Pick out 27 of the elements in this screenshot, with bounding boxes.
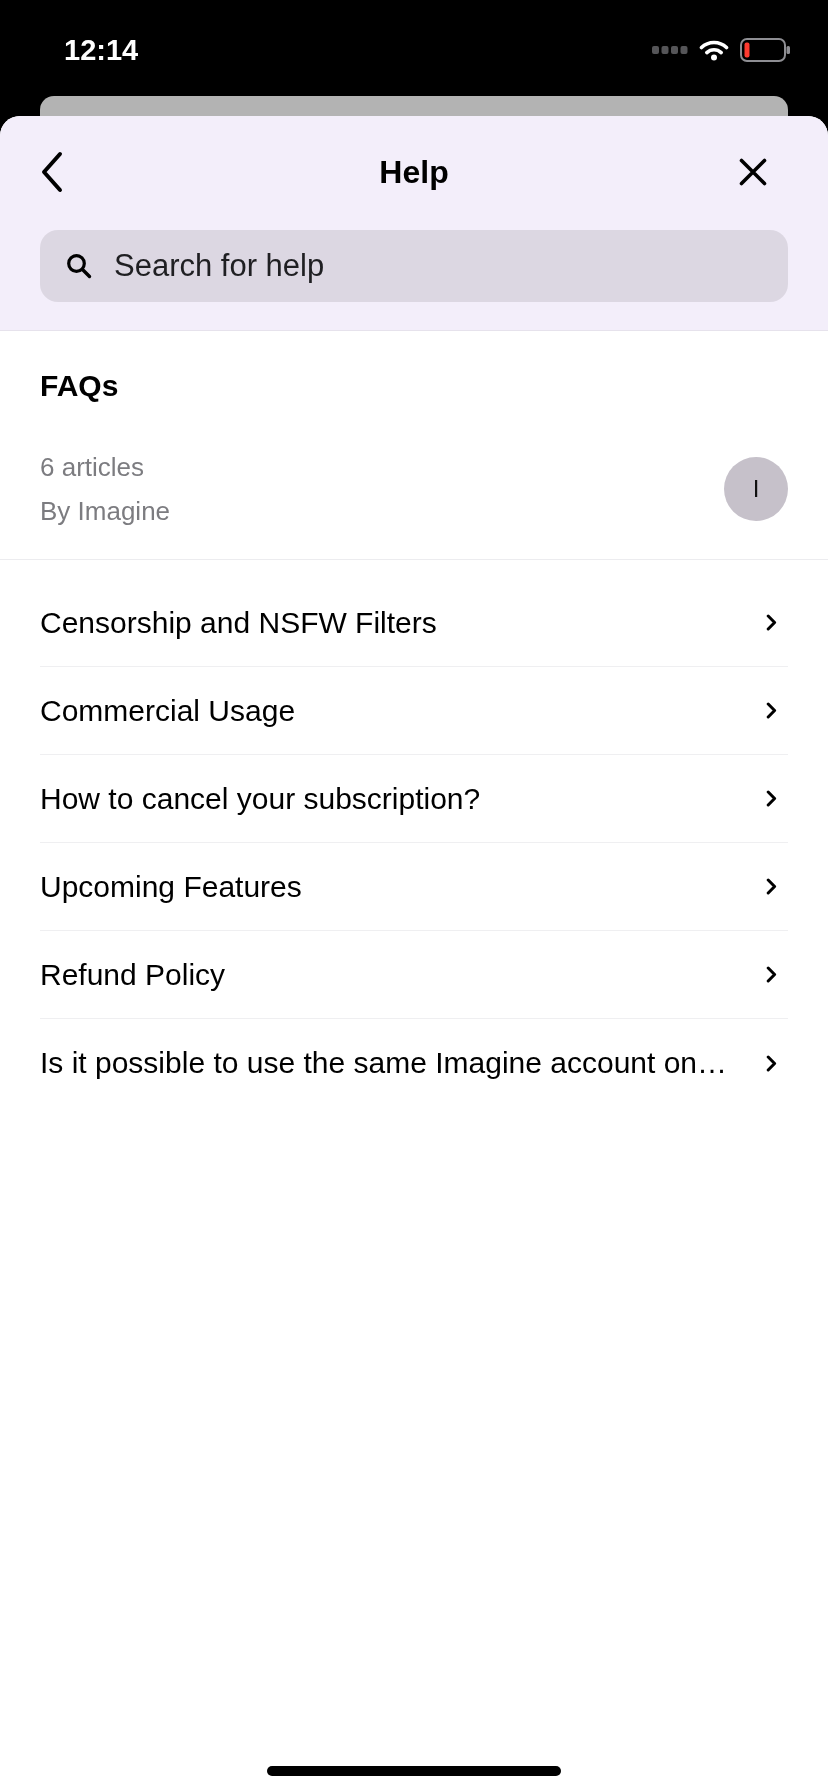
search-icon xyxy=(66,253,92,279)
chevron-right-icon xyxy=(766,702,777,719)
chevron-right-icon xyxy=(766,790,777,807)
chevron-right-icon xyxy=(766,1054,777,1072)
article-link[interactable]: Refund Policy xyxy=(40,931,788,1019)
close-button[interactable] xyxy=(739,158,767,186)
page-title: Help xyxy=(379,153,449,192)
article-count: 6 articles xyxy=(40,451,145,484)
article-link[interactable]: Commercial Usage xyxy=(40,667,788,755)
close-icon xyxy=(739,158,767,186)
section-title: FAQs xyxy=(40,368,119,404)
author-name: By Imagine xyxy=(40,495,171,528)
article-link[interactable]: Censorship and NSFW Filters xyxy=(40,579,788,667)
chevron-right-icon xyxy=(766,614,777,631)
author-avatar: I xyxy=(724,457,788,521)
back-button[interactable] xyxy=(40,151,64,193)
chevron-right-icon xyxy=(766,966,777,983)
back-chevron-icon xyxy=(40,151,64,193)
article-link[interactable]: Upcoming Features xyxy=(40,843,788,931)
signal-icon xyxy=(652,46,688,54)
article-link[interactable]: Is it possible to use the same Imagine account on… xyxy=(40,1019,788,1107)
battery-icon xyxy=(740,38,790,62)
search-field[interactable]: Search for help xyxy=(40,230,788,302)
chevron-right-icon xyxy=(766,878,777,895)
article-link[interactable]: How to cancel your subscription? xyxy=(40,755,788,843)
status-time: 12:14 xyxy=(64,33,139,68)
wifi-icon xyxy=(699,39,729,61)
